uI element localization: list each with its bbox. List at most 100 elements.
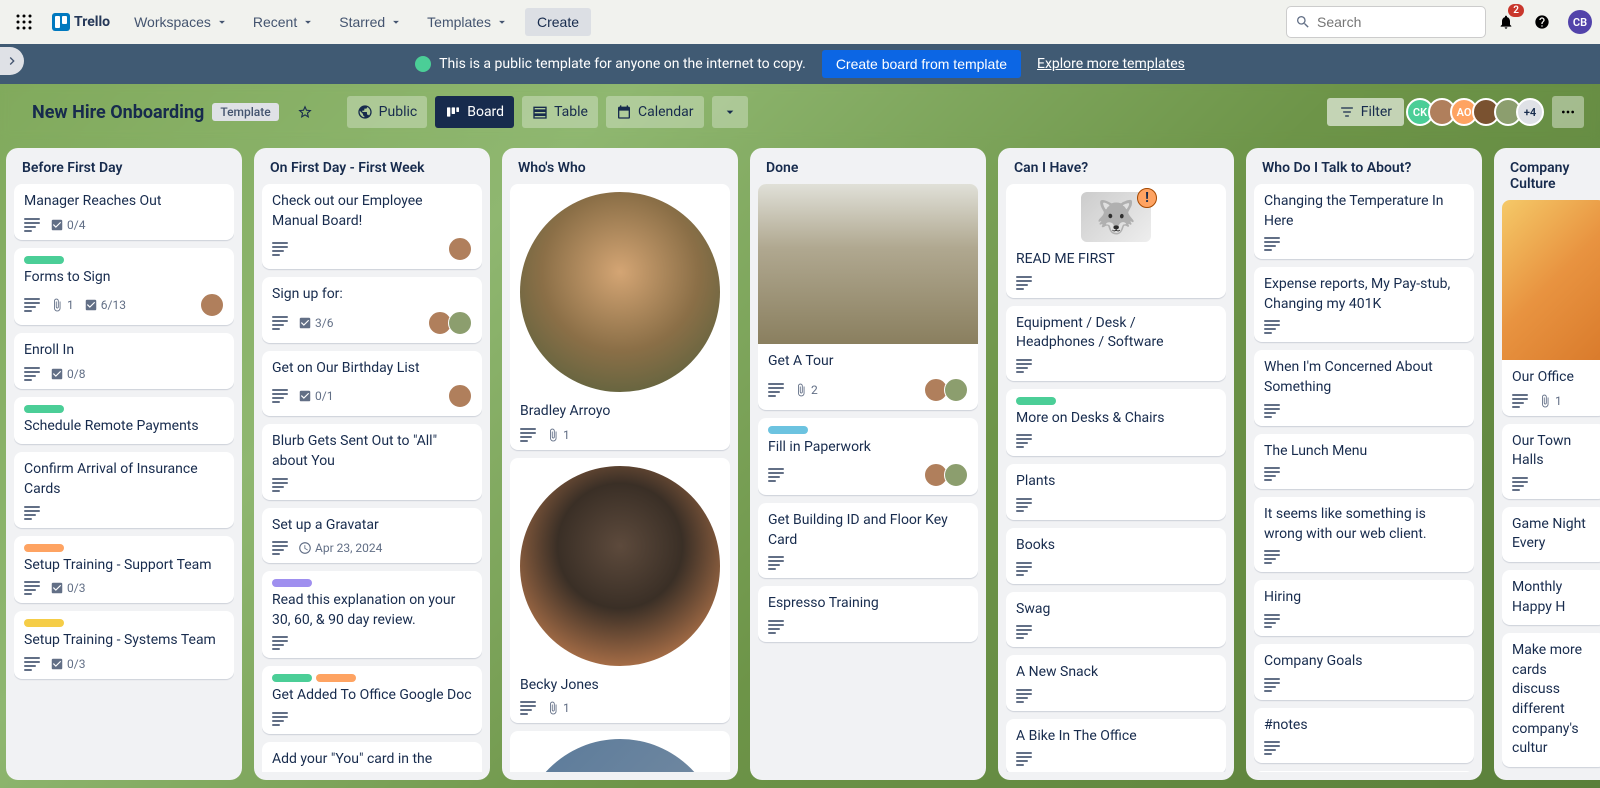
card[interactable]: It seems like something is wrong with ou… xyxy=(1254,497,1474,572)
card[interactable]: Expense reports, My Pay-stub, Changing m… xyxy=(1254,267,1474,342)
label-yellow[interactable] xyxy=(24,619,64,627)
card[interactable]: Make more cards discuss different compan… xyxy=(1502,633,1600,767)
label-green[interactable] xyxy=(1016,397,1056,405)
search-input[interactable] xyxy=(1317,14,1498,30)
card[interactable]: Hiring xyxy=(1254,580,1474,636)
card-badges: 0/4 xyxy=(24,218,224,232)
member-avatar[interactable] xyxy=(448,237,472,261)
card[interactable]: When I'm Concerned About Something xyxy=(1254,350,1474,425)
label-green[interactable] xyxy=(24,256,64,264)
card[interactable]: Company Goals xyxy=(1254,644,1474,700)
label-orange[interactable] xyxy=(316,674,356,682)
card[interactable]: Enroll In 0/8 xyxy=(14,333,234,389)
expand-sidebar-button[interactable] xyxy=(0,47,24,75)
list-title[interactable]: Before First Day xyxy=(14,156,234,184)
member-avatar[interactable] xyxy=(944,463,968,487)
nav-templates[interactable]: Templates xyxy=(415,8,521,36)
apps-icon[interactable] xyxy=(8,6,40,38)
card[interactable]: Forms to Sign 1 6/13 xyxy=(14,248,234,326)
card[interactable]: Setup Training - Systems Team 0/3 xyxy=(14,611,234,679)
help-button[interactable] xyxy=(1526,6,1558,38)
list-title[interactable]: Who's Who xyxy=(510,156,730,184)
nav-recent[interactable]: Recent xyxy=(241,8,327,36)
label-purple[interactable] xyxy=(272,579,312,587)
board-title[interactable]: New Hire Onboarding xyxy=(32,102,204,123)
card[interactable]: Get Added To Office Google Doc xyxy=(262,666,482,734)
card[interactable]: Confirm Arrival of Insurance Cards xyxy=(14,452,234,527)
card[interactable]: Bradley Arroyo 1 xyxy=(510,184,730,450)
member-avatar[interactable] xyxy=(200,293,224,317)
list-title[interactable]: Company Culture xyxy=(1502,156,1600,200)
card[interactable]: #notes xyxy=(1254,708,1474,764)
card[interactable]: A Bike In The Office xyxy=(1006,719,1226,772)
card[interactable]: Game Night Every xyxy=(1502,507,1600,562)
card[interactable]: Plants xyxy=(1006,464,1226,520)
card[interactable]: Swag xyxy=(1006,592,1226,648)
card-title: Swag xyxy=(1016,600,1216,620)
label-green[interactable] xyxy=(24,405,64,413)
visibility-button[interactable]: Public xyxy=(347,96,428,128)
card[interactable]: Fill in Paperwork xyxy=(758,418,978,496)
more-members-button[interactable]: +4 xyxy=(1516,98,1544,126)
member-avatar[interactable] xyxy=(448,384,472,408)
board-members[interactable]: CKAO+4 xyxy=(1412,98,1544,126)
card[interactable]: Set up a Gravatar Apr 23, 2024 xyxy=(262,508,482,564)
create-button[interactable]: Create xyxy=(525,8,591,36)
trello-logo[interactable]: Trello xyxy=(44,13,118,31)
list-title[interactable]: Can I Have? xyxy=(1006,156,1226,184)
explore-templates-link[interactable]: Explore more templates xyxy=(1037,56,1185,72)
user-avatar[interactable]: CB xyxy=(1568,10,1592,34)
label-green[interactable] xyxy=(272,674,312,682)
filter-button[interactable]: Filter xyxy=(1327,98,1404,126)
nav-workspaces[interactable]: Workspaces xyxy=(122,8,241,36)
card[interactable]: The Lunch Menu xyxy=(1254,434,1474,490)
table-icon xyxy=(532,104,548,120)
card[interactable]: Changing the Temperature In Here xyxy=(1254,184,1474,259)
card-title: Changing the Temperature In Here xyxy=(1264,192,1464,231)
card[interactable]: Get on Our Birthday List 0/1 xyxy=(262,351,482,417)
card[interactable]: Setup Training - Support Team 0/3 xyxy=(14,536,234,604)
card[interactable]: Blurb Gets Sent Out to "All" about You xyxy=(262,424,482,499)
card[interactable]: More on Desks & Chairs xyxy=(1006,389,1226,457)
nav-starred[interactable]: Starred xyxy=(327,8,415,36)
card[interactable]: Add your "You" card in the "Who's Who" l… xyxy=(262,742,482,772)
board-view-button[interactable]: Board xyxy=(435,96,514,128)
notifications-button[interactable]: 2 xyxy=(1490,6,1522,38)
card[interactable]: Our Town Halls xyxy=(1502,424,1600,499)
card[interactable]: Schedule Remote Payments xyxy=(14,397,234,445)
card-title: Get Added To Office Google Doc xyxy=(272,686,472,706)
card[interactable]: Conferences xyxy=(1254,771,1474,772)
card[interactable]: Sign up for: 3/6 xyxy=(262,277,482,343)
label-orange[interactable] xyxy=(24,544,64,552)
search-box[interactable] xyxy=(1286,6,1486,38)
view-switcher-dropdown[interactable] xyxy=(712,96,748,128)
list-title[interactable]: On First Day - First Week xyxy=(262,156,482,184)
calendar-view-button[interactable]: Calendar xyxy=(606,96,704,128)
card[interactable]: 🐺!READ ME FIRST xyxy=(1006,184,1226,298)
card[interactable]: Equipment / Desk / Headphones / Software xyxy=(1006,306,1226,381)
card[interactable]: Get A Tour 2 xyxy=(758,184,978,410)
card-members xyxy=(432,311,472,335)
create-from-template-button[interactable]: Create board from template xyxy=(822,50,1021,78)
card[interactable]: Manager Reaches Out 0/4 xyxy=(14,184,234,240)
board-canvas[interactable]: Before First DayManager Reaches Out 0/4 F… xyxy=(0,140,1600,788)
label-sky[interactable] xyxy=(768,426,808,434)
card[interactable]: Our Office 1 xyxy=(1502,200,1600,416)
card[interactable]: A New Snack xyxy=(1006,655,1226,711)
card[interactable]: Monthly Happy H xyxy=(1502,570,1600,625)
card[interactable]: Check out our Employee Manual Board! xyxy=(262,184,482,269)
card[interactable]: Get Building ID and Floor Key Card xyxy=(758,503,978,578)
star-button[interactable] xyxy=(287,96,323,128)
member-avatar[interactable] xyxy=(448,311,472,335)
description-icon xyxy=(768,556,784,570)
list-title[interactable]: Done xyxy=(758,156,978,184)
board-menu-button[interactable] xyxy=(1552,96,1584,128)
list-title[interactable]: Who Do I Talk to About? xyxy=(1254,156,1474,184)
card[interactable]: Read this explanation on your 30, 60, & … xyxy=(262,571,482,658)
card[interactable]: Espresso Training xyxy=(758,586,978,642)
card[interactable] xyxy=(510,731,730,772)
table-view-button[interactable]: Table xyxy=(522,96,598,128)
card[interactable]: Books xyxy=(1006,528,1226,584)
card[interactable]: Becky Jones 1 xyxy=(510,458,730,724)
member-avatar[interactable] xyxy=(944,378,968,402)
